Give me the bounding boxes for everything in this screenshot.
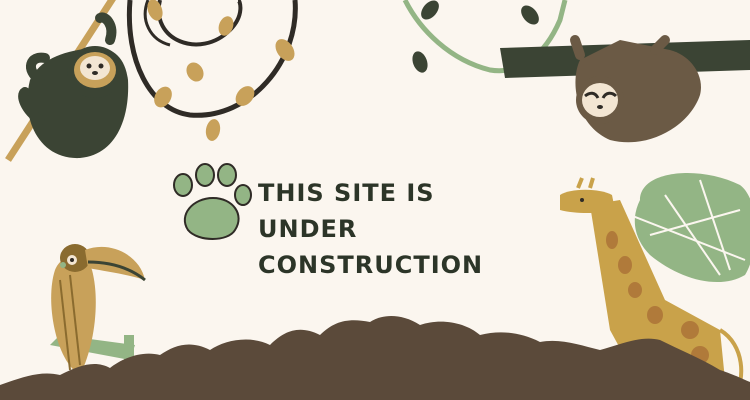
sloth-left-icon [5, 0, 129, 162]
page-title: THIS SITE IS UNDER CONSTRUCTION [258, 175, 518, 283]
toucan-icon [50, 244, 146, 375]
paw-print-icon [173, 163, 252, 240]
construction-banner: THIS SITE IS UNDER CONSTRUCTION [0, 0, 750, 400]
title-line-2: CONSTRUCTION [258, 251, 484, 279]
hanging-vines-icon [126, 0, 298, 141]
sloth-right-icon [402, 0, 750, 143]
title-line-1: THIS SITE IS UNDER [258, 179, 435, 243]
